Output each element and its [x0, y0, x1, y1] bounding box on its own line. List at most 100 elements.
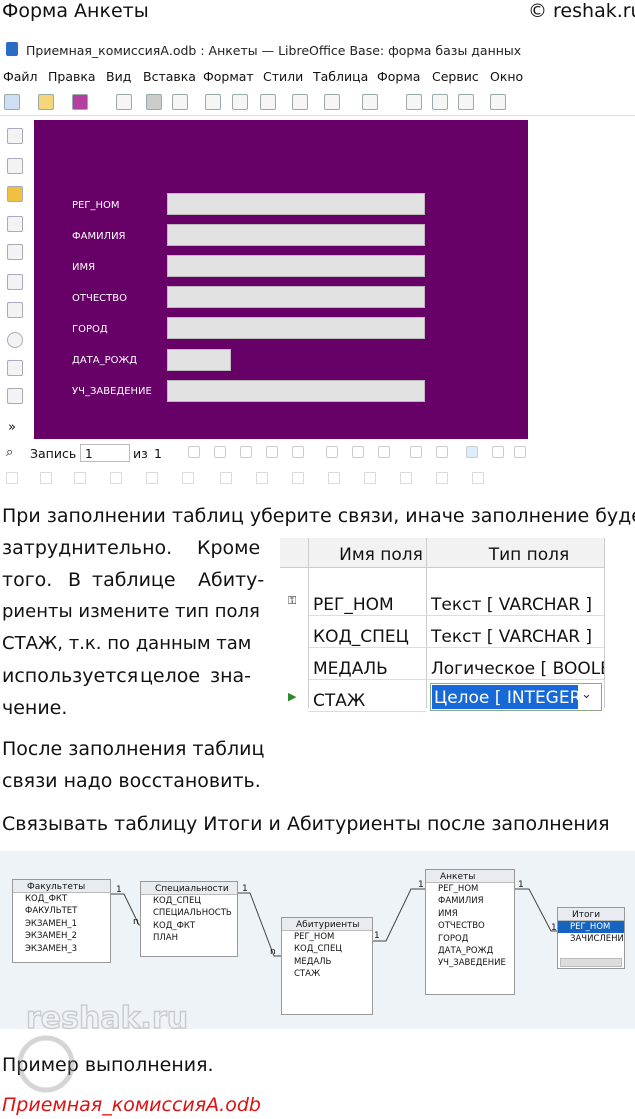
- table-box-itogi[interactable]: Итоги РЕГ_НОМ ЗАЧИСЛЕНИ: [557, 907, 625, 969]
- menu-insert[interactable]: Вставка: [143, 69, 196, 84]
- next-record-icon[interactable]: [240, 446, 252, 458]
- list-box-icon[interactable]: [7, 360, 23, 376]
- save-icon[interactable]: [72, 94, 88, 110]
- menu-edit[interactable]: Правка: [48, 69, 96, 84]
- export-pdf-icon[interactable]: [116, 94, 132, 110]
- print-icon[interactable]: [146, 94, 162, 110]
- table-box-field: КОД_СПЕЦ: [153, 896, 201, 906]
- last-record-icon[interactable]: [266, 446, 278, 458]
- table-row-field-type[interactable]: Текст [ VARCHAR ]: [426, 617, 604, 648]
- control-wizard-icon[interactable]: [7, 186, 23, 202]
- copyright-text: © reshak.ru: [528, 0, 635, 22]
- menu-format[interactable]: Формат: [203, 69, 254, 84]
- find-replace-icon[interactable]: [406, 94, 422, 110]
- check-box-icon[interactable]: [7, 302, 23, 318]
- form-label-uch-zavedenie: УЧ_ЗАВЕДЕНИЕ: [72, 386, 152, 397]
- libreoffice-window: Приемная_комиссияА.odb : Анкеты — LibreO…: [0, 36, 635, 490]
- tool-icon-6[interactable]: [182, 472, 194, 484]
- tool-icon-1[interactable]: [6, 472, 18, 484]
- table-box-abiturienty[interactable]: Абитуриенты РЕГ_НОМ КОД_СПЕЦ МЕДАЛЬ СТАЖ: [281, 917, 373, 1015]
- familiya-field[interactable]: [167, 224, 425, 246]
- sort-ascending-icon[interactable]: [492, 446, 504, 458]
- record-number-input[interactable]: 1: [80, 444, 130, 462]
- tool-icon-13[interactable]: [436, 472, 448, 484]
- table-row-field-name[interactable]: МЕДАЛЬ: [308, 649, 426, 680]
- menu-styles[interactable]: Стили: [263, 69, 303, 84]
- option-button-icon[interactable]: [7, 332, 23, 348]
- label-field-icon[interactable]: [7, 244, 23, 260]
- undo-icon[interactable]: [324, 94, 340, 110]
- imya-field[interactable]: [167, 255, 425, 277]
- redo-icon[interactable]: [362, 94, 378, 110]
- menu-file[interactable]: Файл: [3, 69, 38, 84]
- text-box-icon[interactable]: [7, 274, 23, 290]
- spellcheck-icon[interactable]: [432, 94, 448, 110]
- table-row-field-name[interactable]: КОД_СПЕЦ: [308, 617, 426, 648]
- refresh-control-icon[interactable]: [436, 446, 448, 458]
- undo-record-icon[interactable]: [352, 446, 364, 458]
- field-type-dropdown[interactable]: Целое [ INTEGER ] ⌄: [430, 683, 602, 711]
- horizontal-scrollbar[interactable]: [560, 958, 622, 967]
- chevron-down-icon[interactable]: ⌄: [581, 687, 592, 702]
- open-folder-icon[interactable]: [38, 94, 54, 110]
- tool-icon-11[interactable]: [364, 472, 376, 484]
- insert-table-icon[interactable]: [490, 94, 506, 110]
- previous-record-icon[interactable]: [214, 446, 226, 458]
- more-controls-icon[interactable]: »: [8, 420, 16, 435]
- table-box-field: ОТЧЕСТВО: [438, 921, 485, 932]
- menu-window[interactable]: Окно: [490, 69, 523, 84]
- tool-icon-3[interactable]: [74, 472, 86, 484]
- table-box-ankety[interactable]: Анкеты РЕГ_НОМ ФАМИЛИЯ ИМЯ ОТЧЕСТВО ГОРО…: [425, 869, 515, 995]
- select-pointer-icon[interactable]: [7, 128, 23, 144]
- tool-icon-4[interactable]: [110, 472, 122, 484]
- tool-icon-7[interactable]: [220, 472, 232, 484]
- clone-formatting-icon[interactable]: [292, 94, 308, 110]
- tool-icon-2[interactable]: [40, 472, 52, 484]
- table-box-field: МЕДАЛЬ: [294, 956, 332, 967]
- tool-icon-14[interactable]: [472, 472, 484, 484]
- table-box-specialnosti[interactable]: Специальности КОД_СПЕЦ СПЕЦИАЛЬНОСТЬ КОД…: [140, 881, 238, 957]
- print-preview-icon[interactable]: [172, 94, 188, 110]
- menu-table[interactable]: Таблица: [313, 69, 368, 84]
- first-record-icon[interactable]: [188, 446, 200, 458]
- sort-icon[interactable]: [466, 446, 478, 458]
- paste-icon[interactable]: [260, 94, 276, 110]
- tool-icon-8[interactable]: [256, 472, 268, 484]
- cut-icon[interactable]: [205, 94, 221, 110]
- table-row-field-type[interactable]: Логическое [ BOOLEAN ]: [426, 649, 604, 680]
- menu-view[interactable]: Вид: [106, 69, 131, 84]
- menu-tools[interactable]: Сервис: [432, 69, 479, 84]
- form-properties-icon[interactable]: [7, 216, 23, 232]
- formatting-marks-icon[interactable]: [458, 94, 474, 110]
- form-design-toolbar: [0, 468, 635, 488]
- menu-form[interactable]: Форма: [377, 69, 420, 84]
- table-box-fakultety[interactable]: Факультеты КОД_ФКТ ФАКУЛЬТЕТ ЭКЗАМЕН_1 Э…: [12, 879, 111, 963]
- reg-nom-field[interactable]: [167, 193, 425, 215]
- uch-zavedenie-field[interactable]: [167, 380, 425, 402]
- new-record-icon[interactable]: [292, 446, 304, 458]
- otchestvo-field[interactable]: [167, 286, 425, 308]
- table-row-field-name[interactable]: СТАЖ: [308, 681, 426, 712]
- find-record-icon[interactable]: ⌕: [6, 445, 13, 460]
- copy-icon[interactable]: [232, 94, 248, 110]
- design-mode-icon[interactable]: [7, 158, 23, 174]
- save-record-icon[interactable]: [326, 446, 338, 458]
- delete-record-icon[interactable]: [378, 446, 390, 458]
- tool-icon-9[interactable]: [292, 472, 304, 484]
- new-document-icon[interactable]: [4, 94, 20, 110]
- page-header: Форма Анкеты © reshak.ru: [0, 0, 635, 26]
- sort-descending-icon[interactable]: [514, 446, 526, 458]
- tool-icon-12[interactable]: [400, 472, 412, 484]
- column-header-field-name: Имя поля: [308, 538, 454, 568]
- col-word: Абиту-: [198, 569, 265, 591]
- page-title: Форма Анкеты: [2, 0, 149, 22]
- gorod-field[interactable]: [167, 317, 425, 339]
- table-row-field-type[interactable]: Текст [ VARCHAR ]: [426, 585, 604, 616]
- refresh-icon[interactable]: [410, 446, 422, 458]
- data-rozhd-field[interactable]: [167, 349, 231, 371]
- restore-line-1: После заполнения таблиц: [2, 738, 265, 760]
- table-row-field-name[interactable]: РЕГ_НОМ: [308, 585, 426, 616]
- combo-box-icon[interactable]: [7, 388, 23, 404]
- tool-icon-5[interactable]: [146, 472, 158, 484]
- tool-icon-10[interactable]: [328, 472, 340, 484]
